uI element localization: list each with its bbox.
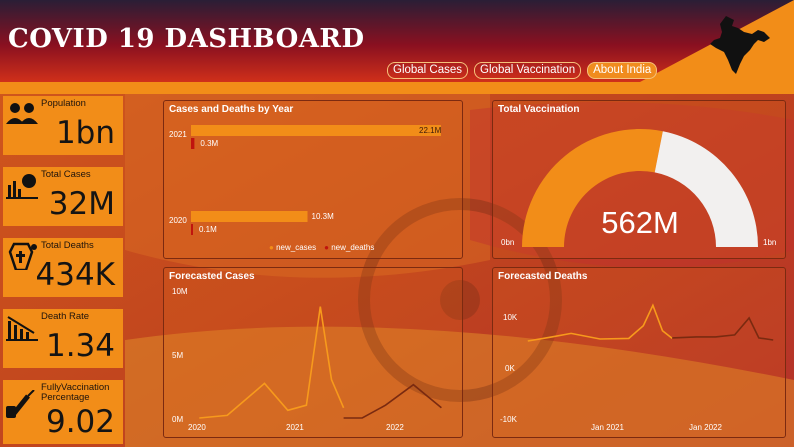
kpi-value: 1bn bbox=[55, 115, 115, 151]
forecast-cases-panel: Forecasted Cases 10M 5M 0M 2020 2021 202… bbox=[163, 267, 463, 438]
y-tick-minus-10k: -10K bbox=[500, 415, 517, 424]
x-tick-2021: 2021 bbox=[286, 423, 304, 432]
india-map-icon bbox=[710, 16, 770, 74]
bar-label-new-deaths-2021: 0.3M bbox=[200, 139, 218, 148]
legend-new-cases: ● new_cases bbox=[269, 243, 317, 252]
kpi-value: 1.34 bbox=[45, 328, 115, 364]
kpi-label: Total Cases bbox=[41, 169, 91, 180]
declining-bars-icon bbox=[6, 316, 38, 341]
gauge-max-label: 1bn bbox=[763, 238, 777, 247]
bar-label-new-deaths-2020: 0.1M bbox=[199, 225, 217, 234]
kpi-label: Total Deaths bbox=[41, 240, 94, 251]
kpi-value: 434K bbox=[35, 257, 116, 293]
category-label-2020: 2020 bbox=[169, 216, 187, 225]
kpi-label: Death Rate bbox=[41, 311, 90, 322]
y-tick-5m: 5M bbox=[172, 351, 184, 360]
gauge-min-label: 0bn bbox=[501, 238, 515, 247]
bar-new-cases-2020 bbox=[191, 211, 308, 222]
x-tick-jan-2021: Jan 2021 bbox=[591, 423, 624, 432]
x-tick-jan-2022: Jan 2022 bbox=[689, 423, 722, 432]
vaccination-panel: Total Vaccination 562M 0bn 1bn bbox=[492, 100, 786, 259]
kpi-value: 32M bbox=[48, 186, 115, 222]
kpi-death-rate: Death Rate 1.34 bbox=[3, 309, 123, 368]
legend-new-deaths: ● new_deaths bbox=[324, 243, 375, 252]
kpi-vaccination: FullyVaccination Percentage 9.02 bbox=[3, 380, 123, 444]
forecast-deaths-panel: Forecasted Deaths 10K 0K -10K Jan 2021 J… bbox=[492, 267, 786, 438]
kpi-total-cases: Total Cases 32M bbox=[3, 167, 123, 226]
panel-title: Total Vaccination bbox=[498, 104, 580, 115]
panel-title: Cases and Deaths by Year bbox=[169, 104, 294, 115]
kpi-total-deaths: Total Deaths 434K bbox=[3, 238, 123, 297]
forecast-cases-plot bbox=[199, 306, 442, 419]
y-tick-10m: 10M bbox=[172, 287, 188, 296]
bar-plot-area: 22.1M 0.3M 10.3M 0.1M bbox=[191, 125, 442, 235]
panel-title: Forecasted Deaths bbox=[498, 271, 588, 282]
gauge-value: 562M bbox=[601, 205, 679, 240]
nav-global-vaccination[interactable]: Global Vaccination bbox=[474, 62, 582, 79]
line-forecast-deaths bbox=[672, 316, 774, 341]
kpi-label: FullyVaccination Percentage bbox=[41, 382, 110, 403]
dashboard-title: COVID 19 DASHBOARD bbox=[8, 24, 365, 54]
bar-label-new-cases-2020: 10.3M bbox=[312, 212, 335, 221]
bar-label-new-cases-2021: 22.1M bbox=[419, 126, 442, 135]
vaccine-icon bbox=[6, 390, 35, 418]
coffin-icon bbox=[8, 242, 37, 270]
people-icon bbox=[6, 103, 38, 124]
x-tick-2020: 2020 bbox=[188, 423, 206, 432]
bar-new-cases-2021 bbox=[191, 125, 441, 136]
cases-deaths-panel: Cases and Deaths by Year 2021 2020 22.1M… bbox=[163, 100, 463, 259]
bar-new-deaths-2020 bbox=[191, 224, 193, 235]
x-tick-2022: 2022 bbox=[386, 423, 404, 432]
line-actual-deaths bbox=[527, 303, 673, 342]
line-actual-cases bbox=[199, 306, 345, 419]
forecast-deaths-plot bbox=[527, 303, 774, 342]
bar-legend: ● new_cases ● new_deaths bbox=[269, 243, 374, 252]
kpi-label: Population bbox=[41, 98, 86, 109]
y-tick-10k: 10K bbox=[503, 313, 518, 322]
kpi-value: 9.02 bbox=[45, 404, 115, 440]
legend-new-deaths-label: new_deaths bbox=[331, 243, 375, 252]
line-forecast-cases bbox=[343, 383, 442, 419]
bar-new-deaths-2021 bbox=[191, 138, 195, 149]
category-label-2021: 2021 bbox=[169, 130, 187, 139]
y-tick-0m: 0M bbox=[172, 415, 184, 424]
legend-new-cases-label: new_cases bbox=[276, 243, 317, 252]
kpi-population: Population 1bn bbox=[3, 96, 123, 155]
panel-title: Forecasted Cases bbox=[169, 271, 255, 282]
nav-about-india[interactable]: About India bbox=[587, 62, 658, 79]
y-tick-0k: 0K bbox=[505, 364, 515, 373]
nav-global-cases[interactable]: Global Cases bbox=[387, 62, 469, 79]
nav-bar: Global Cases Global Vaccination About In… bbox=[387, 62, 658, 79]
virus-chart-icon bbox=[6, 174, 38, 199]
